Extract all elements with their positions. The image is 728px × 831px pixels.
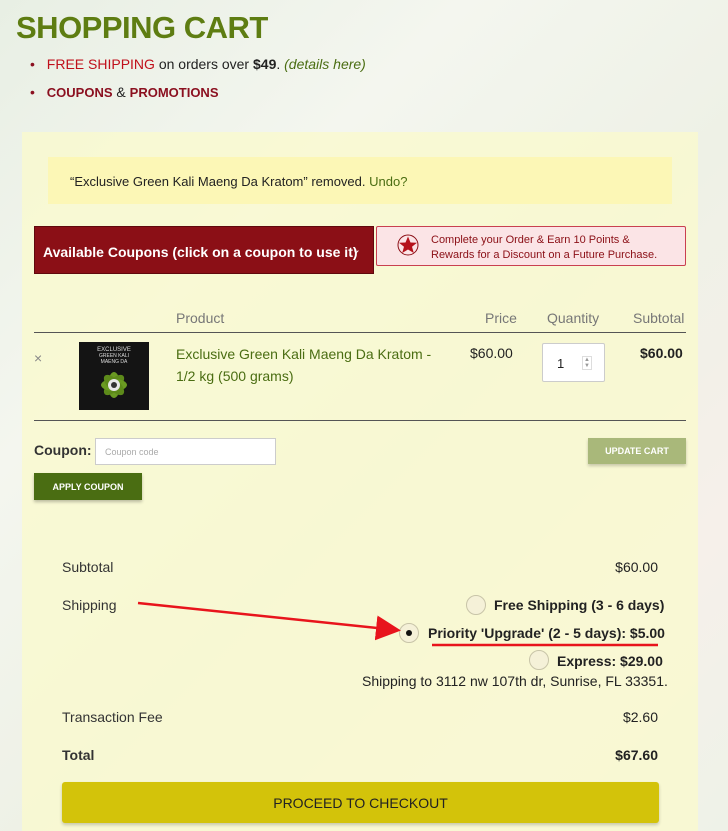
shipping-option-priority[interactable]: Priority 'Upgrade' (2 - 5 days): $5.00 — [428, 625, 665, 641]
product-price: $60.00 — [470, 345, 513, 361]
quantity-stepper[interactable]: 1 ▲ ▼ — [542, 343, 605, 382]
remove-item-icon[interactable]: × — [34, 350, 42, 366]
transaction-fee-value: $2.60 — [622, 709, 658, 725]
free-shipping-text: on orders over — [154, 56, 253, 72]
header-quantity: Quantity — [547, 310, 600, 326]
update-cart-button[interactable]: UPDATE CART — [588, 438, 686, 464]
subtotal-value: $60.00 — [615, 559, 658, 575]
table-divider-bottom — [34, 420, 686, 421]
promo-list: FREE SHIPPING on orders over $49. (detai… — [30, 50, 366, 107]
free-shipping-link[interactable]: FREE SHIPPING — [47, 56, 155, 72]
coupon-label: Coupon: — [34, 442, 92, 458]
chevron-down-icon: ⌄ — [351, 244, 361, 256]
promotions-link[interactable]: PROMOTIONS — [130, 85, 219, 100]
subtotal-label: Subtotal — [62, 559, 114, 575]
header-price: Price — [485, 310, 517, 326]
notice-message: “Exclusive Green Kali Maeng Da Kratom” r… — [70, 174, 366, 189]
shipping-option-express[interactable]: Express: $29.00 — [557, 653, 663, 669]
total-value: $67.60 — [615, 747, 658, 763]
thumb-text-3: MAENG DA — [101, 359, 128, 365]
points-line-1: Complete your Order & Earn 10 Points & — [431, 234, 630, 246]
star-icon — [397, 234, 419, 256]
available-coupons-button[interactable]: Available Coupons (click on a coupon to … — [34, 226, 374, 274]
product-name-link[interactable]: Exclusive Green Kali Maeng Da Kratom - 1… — [176, 343, 446, 387]
available-coupons-label: Available Coupons (click on a coupon to … — [43, 244, 358, 260]
header-subtotal: Subtotal — [633, 310, 685, 326]
promo-free-shipping: FREE SHIPPING on orders over $49. (detai… — [30, 50, 366, 78]
spinner-arrows-icon[interactable]: ▲ ▼ — [582, 356, 592, 370]
apply-coupon-button[interactable]: APPLY COUPON — [34, 473, 142, 500]
shipping-radio-priority[interactable] — [399, 623, 419, 643]
details-link[interactable]: (details here) — [284, 56, 366, 72]
quantity-value: 1 — [557, 356, 565, 371]
proceed-to-checkout-button[interactable]: PROCEED TO CHECKOUT — [62, 782, 659, 823]
header-product: Product — [176, 310, 225, 326]
free-shipping-amount: $49 — [253, 56, 277, 72]
shipping-option-free[interactable]: Free Shipping (3 - 6 days) — [494, 597, 664, 613]
total-label: Total — [62, 747, 95, 763]
points-line-2: Rewards for a Discount on a Future Purch… — [431, 249, 658, 261]
product-image: EXCLUSIVE GREEN KALI MAENG DA — [79, 342, 149, 410]
shipping-label: Shipping — [62, 597, 117, 613]
product-thumbnail[interactable]: EXCLUSIVE GREEN KALI MAENG DA — [79, 342, 149, 410]
coupons-link[interactable]: COUPONS — [47, 85, 113, 100]
page-title: SHOPPING CART — [16, 10, 268, 45]
row-subtotal: $60.00 — [640, 345, 683, 361]
shipping-radio-free[interactable] — [466, 595, 486, 615]
transaction-fee-label: Transaction Fee — [62, 709, 163, 725]
points-rewards-box: Complete your Order & Earn 10 Points & R… — [376, 226, 686, 266]
shipping-radio-express[interactable] — [529, 650, 549, 670]
coupon-code-input[interactable]: Coupon code — [95, 438, 276, 465]
promo-coupons: COUPONS & PROMOTIONS — [30, 78, 366, 107]
shipping-address: 3112 nw 107th dr, Sunrise, FL 33351 — [435, 673, 664, 689]
shipping-destination: Shipping to 3112 nw 107th dr, Sunrise, F… — [362, 673, 668, 689]
undo-link[interactable]: Undo? — [369, 174, 407, 189]
table-divider-top — [34, 332, 686, 333]
removed-notice: “Exclusive Green Kali Maeng Da Kratom” r… — [48, 157, 672, 204]
